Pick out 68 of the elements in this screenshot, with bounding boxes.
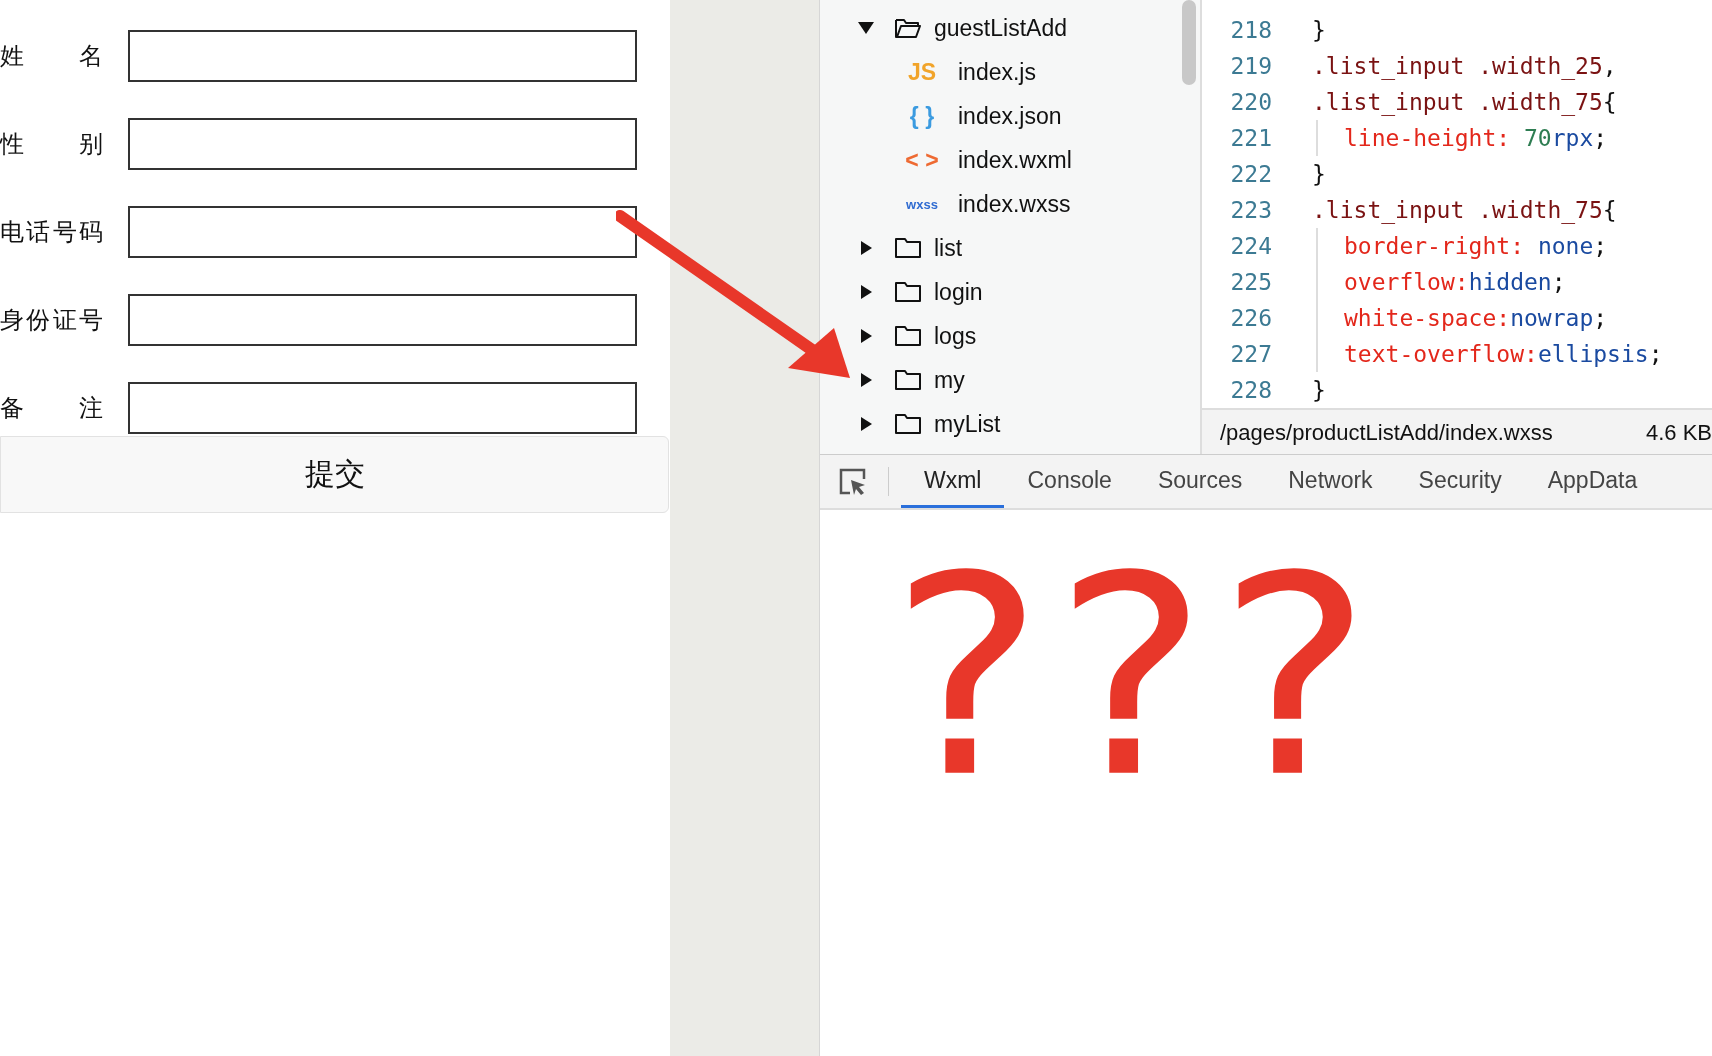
input-field[interactable]: [128, 118, 637, 170]
devtools-tab[interactable]: Network: [1265, 455, 1396, 508]
file-type-icon: < >: [902, 146, 942, 174]
file-size: 4.6 KB: [1645, 419, 1712, 446]
code-line: }: [1312, 377, 1326, 403]
collapse-arrow-icon[interactable]: [858, 22, 874, 34]
file-type-icon: JS: [902, 58, 942, 86]
folder-name[interactable]: myList: [934, 410, 1001, 438]
folder-name[interactable]: login: [934, 278, 983, 306]
expand-arrow-icon[interactable]: [861, 241, 872, 255]
submit-button[interactable]: 提交: [0, 436, 669, 513]
code-line: }: [1312, 161, 1326, 187]
input-field[interactable]: [128, 30, 637, 82]
folder-icon: [894, 279, 922, 305]
code-line: .list_input .width_75{: [1312, 89, 1617, 115]
devtools-tab[interactable]: AppData: [1524, 455, 1661, 508]
file-name[interactable]: index.wxss: [958, 190, 1071, 218]
line-number: 227: [1229, 341, 1272, 367]
line-number: 221: [1229, 125, 1272, 151]
folder-icon: [894, 323, 922, 349]
inspect-icon[interactable]: [838, 466, 868, 497]
folder-name[interactable]: guestListAdd: [934, 14, 1067, 42]
line-number: 219: [1229, 53, 1272, 79]
line-number: 228: [1229, 377, 1272, 403]
expand-arrow-icon[interactable]: [861, 329, 872, 343]
expand-arrow-icon[interactable]: [861, 417, 872, 431]
code-line: .list_input .width_25,: [1312, 53, 1617, 79]
code-line: border-right: none;: [1344, 233, 1608, 259]
file-name[interactable]: index.js: [958, 58, 1036, 86]
devtools-tab[interactable]: Console: [1004, 455, 1135, 508]
expand-arrow-icon[interactable]: [861, 373, 872, 387]
file-name[interactable]: index.json: [958, 102, 1062, 130]
folder-name[interactable]: list: [934, 234, 963, 262]
code-line: white-space:nowrap;: [1344, 305, 1608, 331]
folder-icon: [894, 235, 922, 261]
field-label: 性 别: [0, 129, 103, 159]
line-number: 218: [1229, 17, 1272, 43]
file-type-icon: wxss: [902, 196, 942, 212]
folder-icon: [894, 367, 922, 393]
code-line: .list_input .width_75{: [1312, 197, 1617, 223]
input-field[interactable]: [128, 294, 637, 346]
field-label: 姓 名: [0, 41, 103, 71]
file-name[interactable]: index.wxml: [958, 146, 1072, 174]
folder-name[interactable]: logs: [934, 322, 977, 350]
file-path: /pages/productListAdd/index.wxss: [1220, 419, 1553, 446]
field-label: 身份证号: [0, 305, 103, 335]
expand-arrow-icon[interactable]: [861, 285, 872, 299]
code-line: }: [1312, 17, 1326, 43]
line-number: 223: [1229, 197, 1272, 223]
code-line: overflow:hidden;: [1344, 269, 1566, 295]
handwritten-note: ???: [890, 540, 1382, 816]
line-number: 222: [1229, 161, 1272, 187]
line-number: 226: [1229, 305, 1272, 331]
input-field[interactable]: [128, 382, 637, 434]
folder-icon: [894, 411, 922, 437]
field-label: 备 注: [0, 393, 103, 423]
field-label: 电话号码: [0, 217, 103, 247]
file-type-icon: { }: [902, 102, 942, 130]
folder-name[interactable]: my: [934, 366, 965, 394]
input-field[interactable]: [128, 206, 637, 258]
line-number: 225: [1229, 269, 1272, 295]
code-line: text-overflow:ellipsis;: [1344, 341, 1663, 367]
scrollbar[interactable]: [1182, 0, 1196, 85]
code-line: line-height: 70 rpx;: [1344, 125, 1608, 151]
devtools-tab[interactable]: Security: [1395, 455, 1525, 508]
line-number: 224: [1229, 233, 1272, 259]
devtools-tab[interactable]: Sources: [1134, 455, 1266, 508]
line-number: 220: [1229, 89, 1272, 115]
